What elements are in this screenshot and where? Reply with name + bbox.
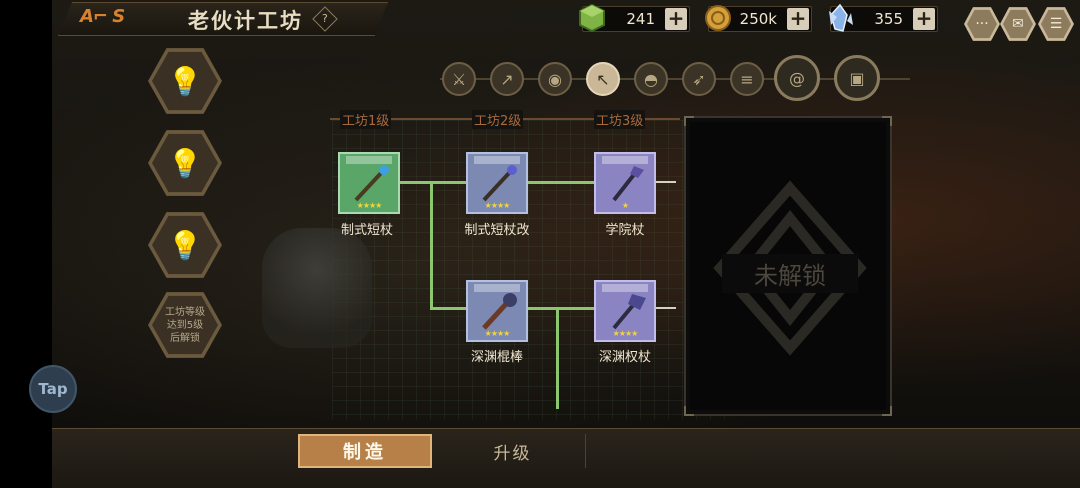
page-title: 老伙计工坊: [188, 9, 303, 33]
item-stars: ★★★★: [484, 201, 511, 210]
staff-icon: [612, 166, 644, 202]
top-bar: A⌐ S 老伙计工坊 ? 241 + 250k + 355 + ··· ✉ ☰: [52, 0, 1080, 41]
blue-crystal-icon: [829, 3, 853, 32]
connector: [400, 181, 466, 184]
green-gem-count: 241: [626, 10, 655, 28]
spear-icon: ↗: [500, 69, 514, 89]
connector: [556, 307, 559, 409]
helmet-icon: ◓: [644, 69, 658, 89]
item-stars: ★★★★: [356, 201, 383, 210]
resource-coin: 250k +: [705, 5, 812, 32]
connector: [656, 307, 676, 309]
tab-helmet[interactable]: ◓: [634, 62, 668, 96]
resource-green-gem: 241 +: [579, 3, 690, 33]
gold-coin-icon: [705, 5, 731, 31]
item-card[interactable]: ★: [594, 152, 656, 214]
card-icon: ▣: [849, 68, 865, 88]
tab-bow[interactable]: ➶: [682, 62, 716, 96]
item-label: 深渊权杖: [598, 350, 651, 365]
tier-3-label: 工坊3级: [594, 110, 646, 129]
lightbulb-icon: 💡: [152, 133, 218, 193]
add-crystal-button[interactable]: +: [913, 8, 935, 30]
add-coin-button[interactable]: +: [787, 8, 809, 30]
slot-lock-text: 工坊等级达到5级后解锁: [165, 306, 205, 344]
spiral-icon: @: [789, 68, 805, 88]
add-green-gem-button[interactable]: +: [665, 8, 687, 30]
chat-icon: ···: [967, 9, 997, 39]
tab-staff[interactable]: ↖: [586, 62, 620, 96]
item-label: 制式短杖改: [464, 223, 530, 238]
item-card[interactable]: ★★★★: [466, 280, 528, 342]
connector: [528, 307, 594, 310]
staff-icon: [354, 165, 389, 202]
menu-button[interactable]: ☰: [1038, 7, 1074, 41]
item-card[interactable]: ★★★★: [338, 152, 400, 214]
crystal-count: 355: [874, 10, 903, 28]
locked-panel: 未解锁: [684, 116, 892, 416]
lightbulb-icon: 💡: [152, 215, 218, 275]
tier-2-label: 工坊2级: [472, 110, 524, 129]
coin-count: 250k: [739, 10, 777, 28]
staff-icon: [482, 165, 517, 202]
connector: [528, 181, 594, 184]
sword-icon: ⚔: [451, 69, 467, 89]
game-logo: A⌐ S: [80, 6, 125, 27]
tab-card[interactable]: ▣: [834, 55, 880, 101]
chat-button[interactable]: ···: [964, 7, 1000, 41]
scepter-icon: [612, 294, 646, 330]
tab-upgrade[interactable]: 升级: [440, 434, 586, 468]
green-cube-icon: [579, 3, 605, 33]
tab-make[interactable]: 制造: [298, 434, 432, 468]
item-card[interactable]: ★★★★: [594, 280, 656, 342]
mail-icon: ✉: [1003, 9, 1033, 39]
character-portrait: [262, 228, 372, 348]
item-label: 制式短杖: [340, 223, 393, 238]
tier-1-label: 工坊1级: [340, 110, 392, 129]
locked-label: 未解锁: [722, 254, 858, 293]
item-stars: ★: [621, 201, 629, 210]
item-label: 学院杖: [605, 223, 645, 238]
item-card[interactable]: ★★★★: [466, 152, 528, 214]
item-stars: ★★★★: [612, 329, 639, 338]
tap-button[interactable]: Tap: [29, 365, 77, 413]
club-icon: [482, 293, 517, 330]
tab-shield[interactable]: ◉: [538, 62, 572, 96]
staff-icon: ↖: [596, 69, 610, 89]
tab-scroll[interactable]: ≡: [730, 62, 764, 96]
item-stars: ★★★★: [484, 329, 511, 338]
tab-sword[interactable]: ⚔: [442, 62, 476, 96]
shield-icon: ◉: [548, 69, 562, 89]
connector: [430, 307, 466, 310]
bow-icon: ➶: [692, 69, 706, 89]
menu-icon: ☰: [1041, 9, 1071, 39]
tab-spear[interactable]: ↗: [490, 62, 524, 96]
tab-spiral[interactable]: @: [774, 55, 820, 101]
item-label: 深渊棍棒: [470, 350, 523, 365]
mail-button[interactable]: ✉: [1000, 7, 1036, 41]
connector: [430, 181, 433, 309]
connector: [656, 181, 676, 183]
lightbulb-icon: 💡: [152, 51, 218, 111]
resource-crystal: 355 +: [829, 3, 938, 32]
scroll-icon: ≡: [740, 69, 754, 89]
